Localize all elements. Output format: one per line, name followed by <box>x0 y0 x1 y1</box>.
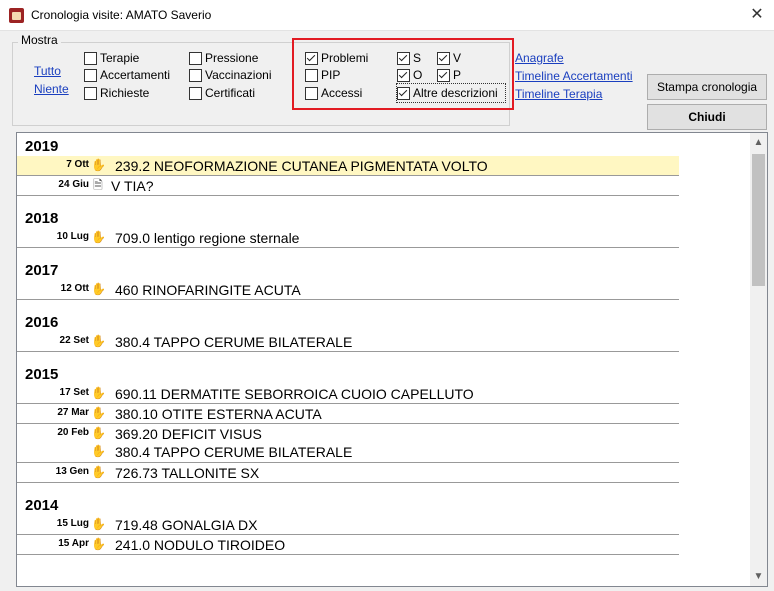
entry-text: 239.2 NEOFORMAZIONE CUTANEA PIGMENTATA V… <box>115 158 488 174</box>
timeline-list[interactable]: ▲ ▼ 2019 7 Ott ✋ 239.2 NEOFORMAZIONE CUTANE… <box>16 132 768 587</box>
hand-icon: ✋ <box>91 517 106 531</box>
checkbox-o[interactable]: O <box>397 67 422 83</box>
checkbox-box <box>189 51 202 65</box>
scroll-thumb[interactable] <box>752 154 765 286</box>
hand-icon: ✋ <box>91 158 106 172</box>
entry-text: 709.0 lentigo regione sternale <box>115 230 300 246</box>
hand-icon: ✋ <box>91 230 106 244</box>
document-icon: 🗎 <box>93 178 103 192</box>
hand-icon: ✋ <box>91 444 106 458</box>
anagrafe-link[interactable]: Anagrafe <box>515 51 564 65</box>
title-bar: Cronologia visite: AMATO Saverio ✕ <box>0 0 774 31</box>
checkbox-p[interactable]: P <box>437 67 461 83</box>
entry-text: V TIA? <box>111 178 154 194</box>
year-heading: 2016 <box>25 314 59 331</box>
timeline-entry[interactable]: 17 Set ✋ 690.11 DERMATITE SEBORROICA CUOIO… <box>17 384 679 404</box>
year-heading: 2014 <box>25 497 59 514</box>
year-heading: 2015 <box>25 366 59 383</box>
timeline-entry[interactable]: 15 Lug ✋ 719.48 GONALGIA DX <box>17 515 679 535</box>
entry-text: 690.11 DERMATITE SEBORROICA CUOIO CAPELL… <box>115 386 474 402</box>
entry-date: 12 Ott <box>60 283 89 294</box>
entry-text: 719.48 GONALGIA DX <box>115 517 258 533</box>
checkbox-box <box>397 68 410 82</box>
entry-date: 13 Gen <box>55 466 89 477</box>
entry-date: 27 Mar <box>57 407 89 418</box>
entry-date: 17 Set <box>59 387 89 398</box>
close-window-button[interactable]: ✕ <box>746 5 768 25</box>
entry-text: 380.4 TAPPO CERUME BILATERALE <box>115 444 353 460</box>
timeline-terapia-link[interactable]: Timeline Terapia <box>515 87 602 101</box>
hand-icon: ✋ <box>91 465 106 479</box>
vertical-scrollbar[interactable]: ▲ ▼ <box>750 133 767 586</box>
app-icon <box>9 8 24 23</box>
checkbox-box <box>437 68 450 82</box>
entry-text: 726.73 TALLONITE SX <box>115 465 260 481</box>
hand-icon: ✋ <box>91 334 106 348</box>
entry-text: 460 RINOFARINGITE ACUTA <box>115 282 301 298</box>
hand-icon: ✋ <box>91 537 106 551</box>
checkbox-accertamenti[interactable]: Accertamenti <box>84 67 170 83</box>
select-all-link[interactable]: Tutto <box>34 64 61 78</box>
checkbox-pressione[interactable]: Pressione <box>189 50 258 66</box>
timeline-entry[interactable]: 7 Ott ✋ 239.2 NEOFORMAZIONE CUTANEA PIGMEN… <box>17 156 679 176</box>
entry-date: 22 Set <box>59 335 89 346</box>
timeline-entry[interactable]: 10 Lug ✋ 709.0 lentigo regione sternale <box>17 228 679 248</box>
checkbox-box <box>189 86 202 100</box>
hand-icon: ✋ <box>91 282 106 296</box>
checkbox-altre-descrizioni[interactable]: Altre descrizioni <box>397 85 498 101</box>
timeline-accertamenti-link[interactable]: Timeline Accertamenti <box>515 69 633 83</box>
year-heading: 2019 <box>25 138 59 155</box>
timeline-entry[interactable]: 27 Mar ✋ 380.10 OTITE ESTERNA ACUTA <box>17 404 679 424</box>
checkbox-v[interactable]: V <box>437 50 461 66</box>
checkbox-certificati[interactable]: Certificati <box>189 85 255 101</box>
hand-icon: ✋ <box>91 386 106 400</box>
checkbox-box <box>305 86 318 100</box>
entry-date: 15 Lug <box>56 518 89 529</box>
select-none-link[interactable]: Niente <box>34 82 69 96</box>
timeline-entry[interactable]: 15 Apr ✋ 241.0 NODULO TIROIDEO <box>17 535 679 555</box>
checkbox-pip[interactable]: PIP <box>305 67 340 83</box>
filter-group-legend: Mostra <box>18 33 61 47</box>
year-heading: 2017 <box>25 262 59 279</box>
checkbox-s[interactable]: S <box>397 50 421 66</box>
year-heading: 2018 <box>25 210 59 227</box>
timeline-entry[interactable]: 13 Gen ✋ 726.73 TALLONITE SX <box>17 463 679 483</box>
entry-text: 241.0 NODULO TIROIDEO <box>115 537 286 553</box>
checkbox-problemi[interactable]: Problemi <box>305 50 368 66</box>
checkbox-box <box>437 51 450 65</box>
entry-date: 20 Feb <box>57 427 89 438</box>
checkbox-box <box>84 86 97 100</box>
checkbox-box <box>305 51 318 65</box>
hand-icon: ✋ <box>91 426 106 440</box>
checkbox-accessi[interactable]: Accessi <box>305 85 362 101</box>
checkbox-richieste[interactable]: Richieste <box>84 85 149 101</box>
entry-date: 24 Giu <box>58 179 89 190</box>
scroll-up-icon[interactable]: ▲ <box>750 137 767 148</box>
entry-date: 15 Apr <box>58 538 89 549</box>
timeline-entry[interactable]: 24 Giu 🗎 V TIA? <box>17 176 679 196</box>
checkbox-vaccinazioni[interactable]: Vaccinazioni <box>189 67 271 83</box>
checkbox-box <box>397 86 410 100</box>
close-button[interactable]: Chiudi <box>647 104 767 130</box>
entry-text: 369.20 DEFICIT VISUS <box>115 426 262 442</box>
timeline-entry[interactable]: 12 Ott ✋ 460 RINOFARINGITE ACUTA <box>17 280 679 300</box>
entry-text: 380.10 OTITE ESTERNA ACUTA <box>115 406 322 422</box>
checkbox-terapie[interactable]: Terapie <box>84 50 139 66</box>
checkbox-box <box>84 68 97 82</box>
entry-date: 10 Lug <box>56 231 89 242</box>
checkbox-box <box>189 68 202 82</box>
hand-icon: ✋ <box>91 406 106 420</box>
window-title: Cronologia visite: AMATO Saverio <box>31 8 212 22</box>
entry-date: 7 Ott <box>66 159 89 170</box>
entry-text: 380.4 TAPPO CERUME BILATERALE <box>115 334 353 350</box>
timeline-entry[interactable]: 20 Feb ✋ 369.20 DEFICIT VISUS ✋ 380.4 TAPPO … <box>17 424 679 463</box>
timeline-entry[interactable]: 22 Set ✋ 380.4 TAPPO CERUME BILATERALE <box>17 332 679 352</box>
checkbox-box <box>305 68 318 82</box>
checkbox-box <box>397 51 410 65</box>
checkbox-box <box>84 51 97 65</box>
scroll-down-icon[interactable]: ▼ <box>750 571 767 582</box>
print-history-button[interactable]: Stampa cronologia <box>647 74 767 100</box>
